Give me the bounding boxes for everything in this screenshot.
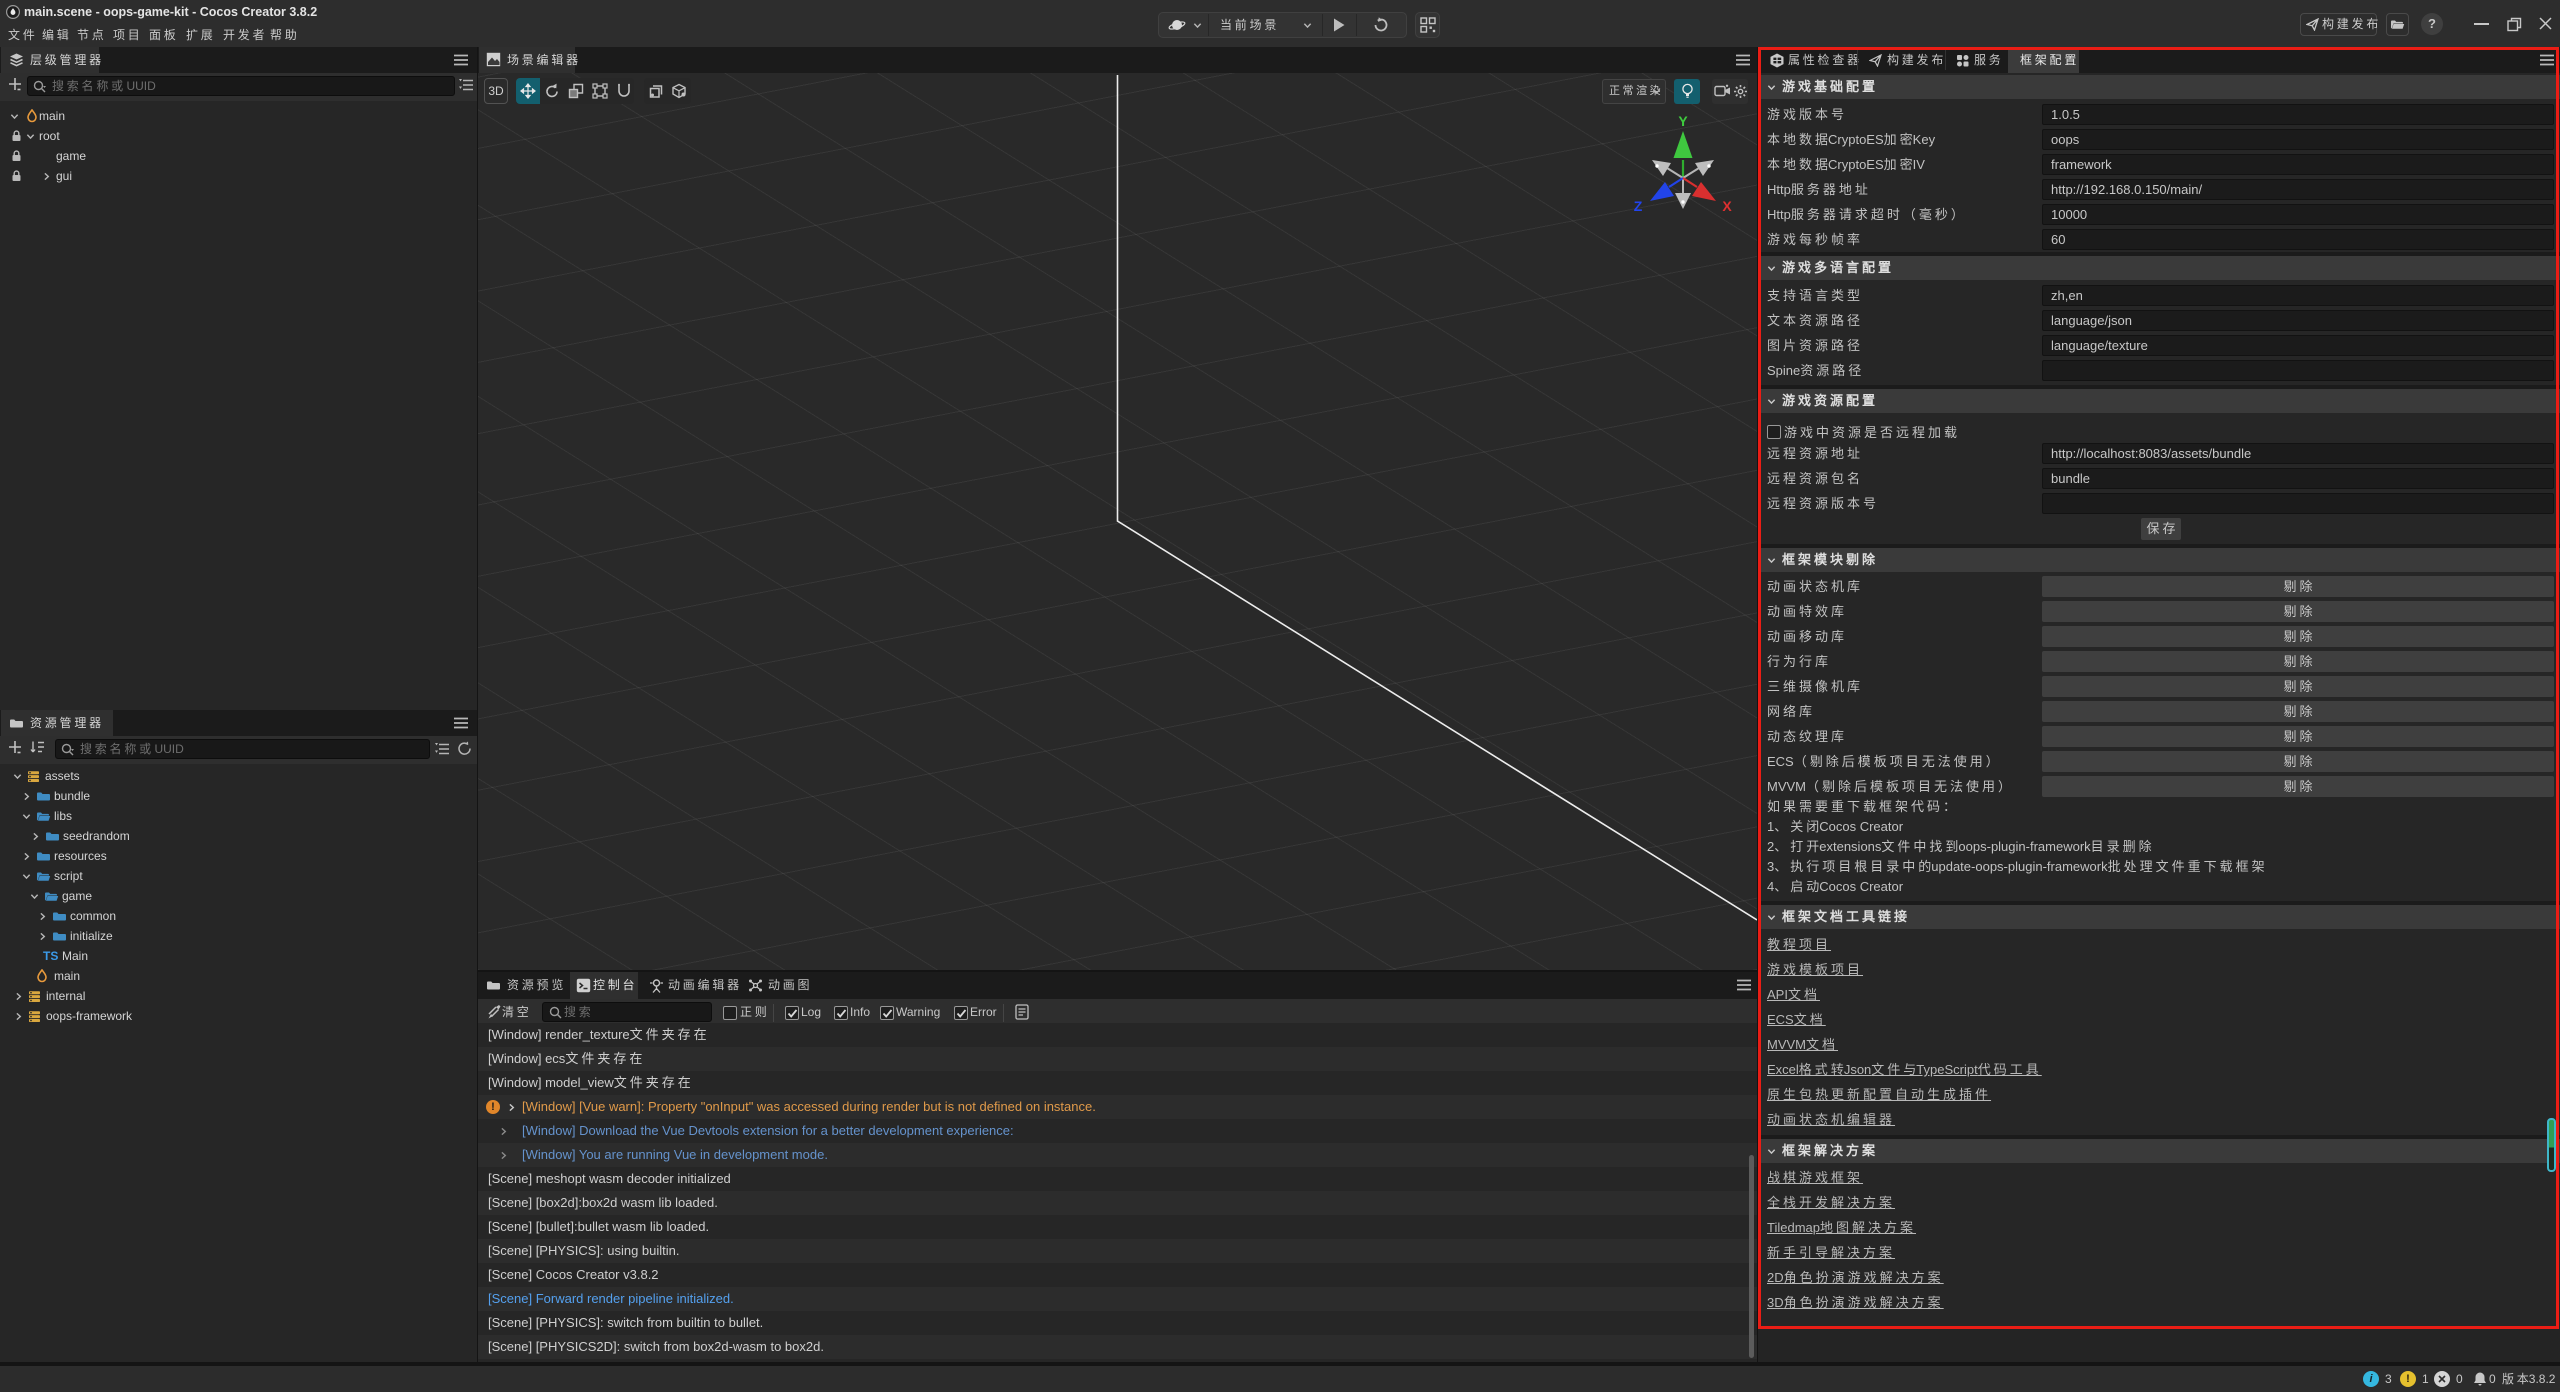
svg-text:Z: Z <box>1634 198 1643 214</box>
svg-text:Y: Y <box>1678 113 1688 129</box>
svg-text:X: X <box>1722 198 1732 214</box>
